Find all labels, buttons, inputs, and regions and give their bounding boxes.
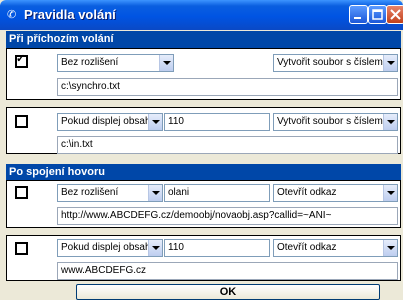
section-heading-connected: Po spojení hovoru	[6, 164, 401, 181]
chevron-down-icon[interactable]	[159, 55, 173, 71]
chevron-down-icon[interactable]	[148, 185, 162, 201]
check-mark-icon: ✓	[16, 53, 26, 65]
rule-3-condition-value: Bez rozlišení	[61, 187, 119, 198]
rule-1-condition-value: Bez rozlišení	[61, 57, 119, 68]
rule-3-action-select[interactable]: Otevřít odkaz	[273, 184, 398, 202]
rule-1-checkbox[interactable]: ✓	[15, 53, 28, 68]
rule-2-target-input[interactable]: c:\in.txt	[57, 136, 398, 154]
maximize-button[interactable]	[368, 5, 387, 24]
chevron-down-icon[interactable]	[383, 240, 397, 256]
chevron-down-icon[interactable]	[148, 114, 162, 130]
minimize-icon	[354, 17, 361, 19]
phone-rules-icon: ✆	[7, 9, 17, 21]
rule-1-action-select[interactable]: Vytvořit soubor s číslem vol	[273, 54, 398, 72]
rule-1-action-value: Vytvořit soubor s číslem vol	[277, 57, 398, 68]
rule-3-target-input[interactable]: http://www.ABCDEFG.cz/demoobj/novaobj.as…	[57, 207, 398, 225]
rule-3-value-input[interactable]: olani	[164, 184, 270, 202]
chevron-down-icon[interactable]	[383, 55, 397, 71]
close-button[interactable]	[386, 5, 403, 24]
section-heading-incoming: Při příchozím volání	[6, 31, 401, 48]
rule-2-action-select[interactable]: Vytvořit soubor s číslem vol	[273, 113, 398, 131]
rule-2-condition-select[interactable]: Pokud displej obsahuje	[57, 113, 163, 131]
rule-1-target-input[interactable]: c:\synchro.txt	[57, 78, 398, 96]
rule-2-checkbox[interactable]	[15, 115, 28, 128]
rule-4-target-input[interactable]: www.ABCDEFG.cz	[57, 262, 398, 280]
rule-4-condition-select[interactable]: Pokud displej obsahuje	[57, 239, 163, 257]
window-title: Pravidla volání	[24, 7, 116, 22]
chevron-down-icon[interactable]	[148, 240, 162, 256]
rule-3-checkbox[interactable]	[15, 186, 28, 199]
chevron-down-icon[interactable]	[383, 185, 397, 201]
rule-2-action-value: Vytvořit soubor s číslem vol	[277, 116, 398, 127]
close-icon	[390, 9, 401, 20]
rule-4-value-input[interactable]: 110	[164, 239, 270, 257]
title-bar[interactable]: ✆ Pravidla volání	[0, 0, 403, 30]
rule-3-condition-select[interactable]: Bez rozlišení	[57, 184, 163, 202]
rule-2-value-input[interactable]: 110	[164, 113, 270, 131]
rule-4-action-select[interactable]: Otevřít odkaz	[273, 239, 398, 257]
chevron-down-icon[interactable]	[383, 114, 397, 130]
ok-button[interactable]: OK	[76, 284, 380, 300]
rule-3-action-value: Otevřít odkaz	[277, 187, 337, 198]
rule-1-condition-select[interactable]: Bez rozlišení	[57, 54, 174, 72]
minimize-button[interactable]	[349, 5, 368, 24]
rule-4-action-value: Otevřít odkaz	[277, 242, 337, 253]
maximize-icon	[372, 9, 383, 20]
rule-4-checkbox[interactable]	[15, 242, 28, 255]
